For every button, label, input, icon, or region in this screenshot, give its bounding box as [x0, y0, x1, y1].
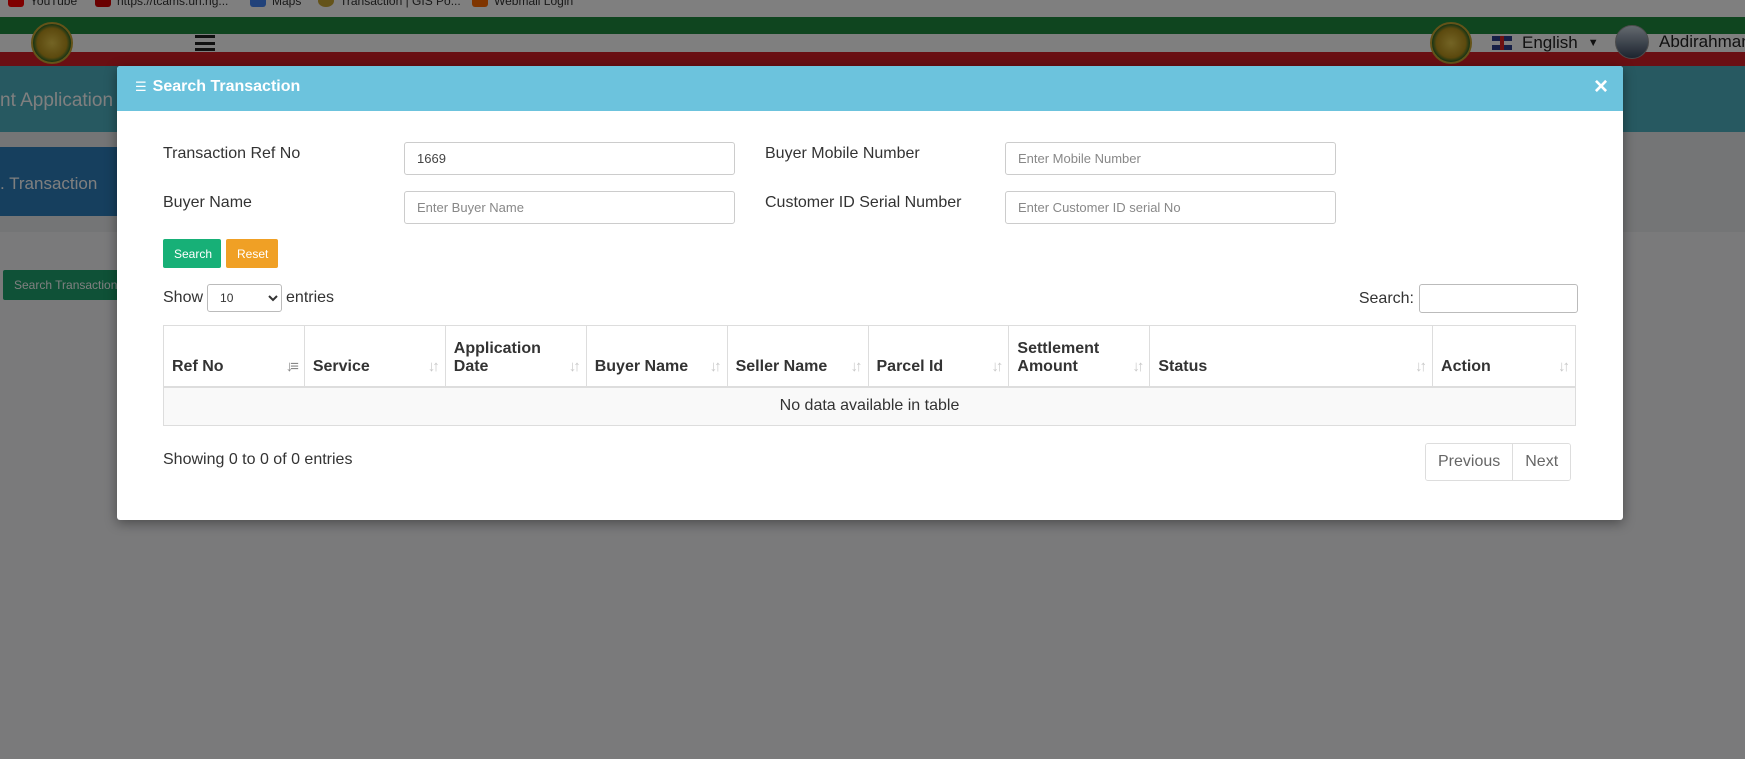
customer-id-label: Customer ID Serial Number — [765, 194, 962, 211]
sort-icon: ↓↑ — [1132, 357, 1144, 375]
buyer-mobile-label: Buyer Mobile Number — [765, 145, 920, 162]
search-button[interactable]: Search — [163, 239, 221, 268]
sort-icon: ↓↑ — [709, 357, 722, 375]
sort-icon: ↓↑ — [991, 357, 1003, 375]
close-icon[interactable]: × — [1594, 74, 1608, 100]
next-button[interactable]: Next — [1513, 444, 1571, 480]
pagination: Previous Next — [1425, 443, 1572, 481]
column-application-date[interactable]: Application Date ↓↑ — [444, 325, 587, 388]
previous-button[interactable]: Previous — [1426, 444, 1514, 480]
page-size-select[interactable]: 10 — [207, 284, 283, 312]
empty-table-message: No data available in table — [163, 386, 1576, 426]
reset-button[interactable]: Reset — [226, 239, 278, 268]
column-buyer-name[interactable]: Buyer Name ↓↑ — [585, 325, 728, 388]
sort-icon: ↓↑ — [1558, 357, 1570, 375]
column-parcel-id[interactable]: Parcel Id ↓↑ — [867, 325, 1010, 388]
column-settlement-amount[interactable]: Settlement Amount ↓↑ — [1008, 325, 1151, 388]
table-search-control: Search: — [1359, 284, 1578, 313]
ref-no-input[interactable] — [404, 142, 735, 175]
table-search-input[interactable] — [1419, 284, 1578, 313]
page-size-control: Show 10 entries — [163, 284, 334, 312]
table-info: Showing 0 to 0 of 0 entries — [163, 451, 353, 468]
column-seller-name[interactable]: Seller Name ↓↑ — [726, 325, 869, 388]
table-row: No data available in table — [163, 386, 1576, 426]
buyer-name-input[interactable] — [404, 191, 735, 224]
buyer-name-label: Buyer Name — [163, 194, 252, 211]
sort-icon: ↓↑ — [850, 357, 863, 375]
sort-icon: ↓↑ — [427, 357, 440, 375]
sort-asc-icon: ↓≡ — [285, 357, 299, 375]
ref-no-label: Transaction Ref No — [163, 145, 301, 162]
customer-id-input[interactable] — [1005, 191, 1336, 224]
column-action[interactable]: Action ↓↑ — [1432, 325, 1576, 388]
column-service[interactable]: Service ↓↑ — [303, 325, 446, 388]
modal-title: ☰ Search Transaction — [135, 78, 301, 95]
list-icon: ☰ — [135, 79, 147, 94]
sort-icon: ↓↑ — [1415, 357, 1427, 375]
sort-icon: ↓↑ — [568, 357, 581, 375]
column-ref-no[interactable]: Ref No ↓≡ — [163, 325, 305, 388]
buyer-mobile-input[interactable] — [1005, 142, 1336, 175]
transactions-table: Ref No ↓≡ Service ↓↑ Application Date ↓↑ Bu… — [163, 325, 1576, 426]
column-status[interactable]: Status ↓↑ — [1149, 325, 1434, 388]
search-transaction-modal: ☰ Search Transaction × Transaction Ref N… — [117, 66, 1623, 520]
modal-header: ☰ Search Transaction × — [117, 66, 1623, 111]
